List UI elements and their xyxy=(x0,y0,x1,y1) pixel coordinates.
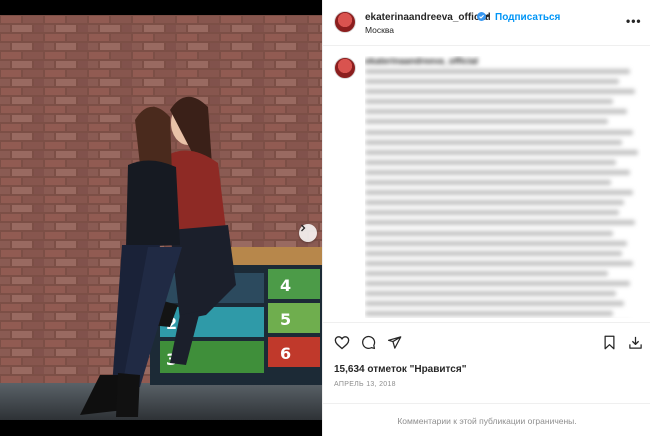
svg-text:4: 4 xyxy=(280,276,291,295)
carousel-next-button[interactable] xyxy=(299,224,317,242)
avatar[interactable] xyxy=(334,11,356,33)
post-header: ekaterinaandreeva_official • Подписаться… xyxy=(323,0,650,46)
caption-line xyxy=(365,129,633,135)
caption-line xyxy=(365,109,628,115)
caption-avatar[interactable] xyxy=(334,57,356,79)
caption-line xyxy=(365,159,617,165)
post-date[interactable]: АПРЕЛЬ 13, 2018 xyxy=(334,381,396,388)
caption-line xyxy=(365,200,625,206)
more-options-button[interactable]: ••• xyxy=(626,14,642,28)
follow-button[interactable]: Подписаться xyxy=(495,12,560,23)
caption-line xyxy=(365,230,614,236)
bookmark-icon[interactable] xyxy=(603,335,616,350)
comment-icon[interactable] xyxy=(361,335,376,350)
caption-line xyxy=(365,169,630,175)
caption-line xyxy=(365,240,628,246)
caption-blurred-text: ekaterinaandreeva_official xyxy=(365,56,641,318)
comments-restricted-notice: Комментарии к этой публикации ограничены… xyxy=(323,403,650,437)
verified-badge-icon xyxy=(477,12,486,21)
author-username[interactable]: ekaterinaandreeva_official xyxy=(365,12,491,23)
caption-line xyxy=(365,280,630,286)
caption-author[interactable]: ekaterinaandreeva_official xyxy=(365,56,641,66)
top-black-bar xyxy=(0,0,322,15)
caption-line xyxy=(365,99,614,105)
likes-count[interactable]: 15,634 отметок "Нравится" xyxy=(334,364,466,375)
caption-line xyxy=(365,210,619,216)
post-location[interactable]: Москва xyxy=(365,25,394,35)
caption-line xyxy=(365,291,617,297)
caption-line xyxy=(365,311,614,317)
caption-line xyxy=(365,89,636,95)
caption-line xyxy=(365,260,633,266)
caption-line xyxy=(365,250,622,256)
caption-line xyxy=(365,190,633,196)
separator-dot: • xyxy=(486,11,490,22)
post-caption: ekaterinaandreeva_official xyxy=(365,56,641,318)
caption-line xyxy=(365,149,639,155)
action-bar: 15,634 отметок "Нравится" АПРЕЛЬ 13, 201… xyxy=(323,322,650,426)
send-icon[interactable] xyxy=(387,335,402,350)
caption-line xyxy=(365,270,608,276)
photo-illustration: 4 5 6 2 3 xyxy=(0,15,322,420)
chevron-right-icon xyxy=(301,224,306,232)
svg-text:6: 6 xyxy=(280,344,291,363)
caption-line xyxy=(365,69,630,74)
caption-line xyxy=(365,79,619,85)
caption-line xyxy=(365,180,611,186)
download-icon[interactable] xyxy=(628,335,643,350)
post-side-panel: ekaterinaandreeva_official • Подписаться… xyxy=(322,0,650,436)
bottom-black-bar xyxy=(0,420,322,436)
post-photo[interactable]: 4 5 6 2 3 xyxy=(0,15,322,420)
caption-line xyxy=(365,301,625,307)
svg-text:5: 5 xyxy=(280,310,291,329)
caption-line xyxy=(365,220,636,226)
caption-line xyxy=(365,119,608,125)
instagram-post-view: 4 5 6 2 3 xyxy=(0,0,650,436)
heart-icon[interactable] xyxy=(334,335,350,350)
caption-line xyxy=(365,139,622,145)
